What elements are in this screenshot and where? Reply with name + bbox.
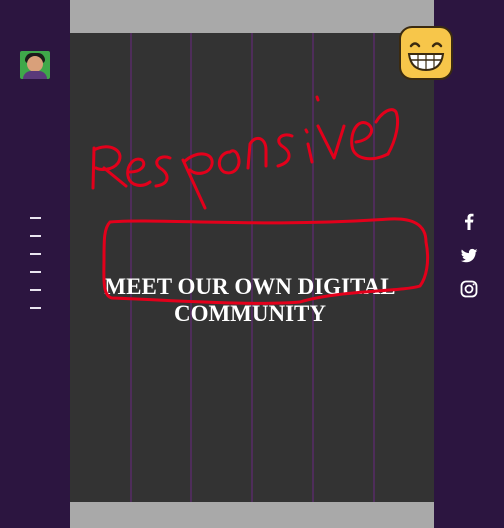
facebook-link[interactable] — [459, 212, 479, 232]
grinning-emoji-icon — [399, 26, 453, 80]
instagram-icon — [460, 280, 478, 298]
instagram-link[interactable] — [459, 279, 479, 299]
twitter-icon — [460, 248, 478, 263]
facebook-icon — [465, 213, 474, 230]
twitter-link[interactable] — [459, 246, 479, 266]
